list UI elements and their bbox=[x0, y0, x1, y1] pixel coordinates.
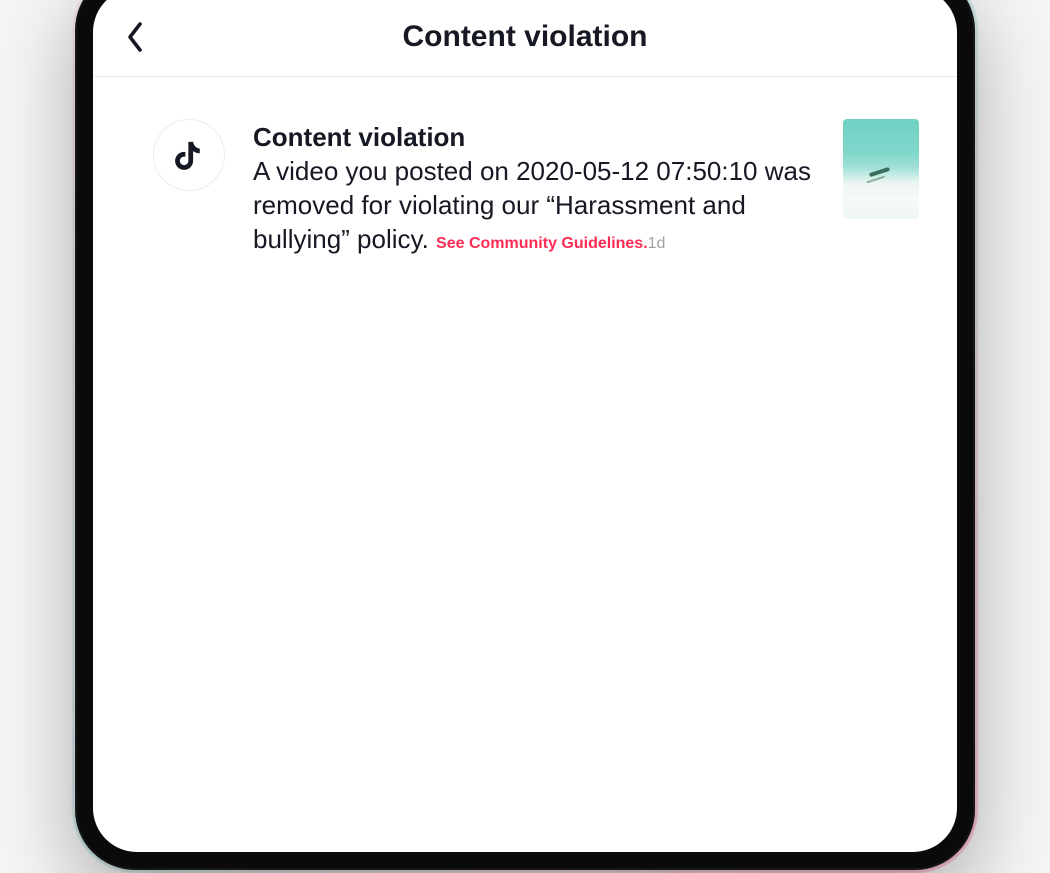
chevron-left-icon bbox=[126, 21, 146, 53]
video-thumbnail[interactable] bbox=[843, 119, 919, 219]
notification-body: Content violation A video you posted on … bbox=[253, 119, 815, 256]
tiktok-icon bbox=[153, 119, 225, 191]
notification-item[interactable]: Content violation A video you posted on … bbox=[153, 119, 919, 256]
phone-frame: Content violation Content violation A vi… bbox=[75, 0, 975, 870]
notification-list: Content violation A video you posted on … bbox=[93, 77, 957, 276]
phone-screen: Content violation Content violation A vi… bbox=[93, 0, 957, 852]
back-button[interactable] bbox=[123, 24, 149, 50]
notification-title: Content violation bbox=[253, 121, 815, 154]
community-guidelines-link[interactable]: See Community Guidelines. bbox=[436, 235, 648, 252]
page-title: Content violation bbox=[123, 20, 927, 54]
notification-timestamp: 1d bbox=[648, 235, 666, 252]
page-header: Content violation bbox=[93, 0, 957, 77]
